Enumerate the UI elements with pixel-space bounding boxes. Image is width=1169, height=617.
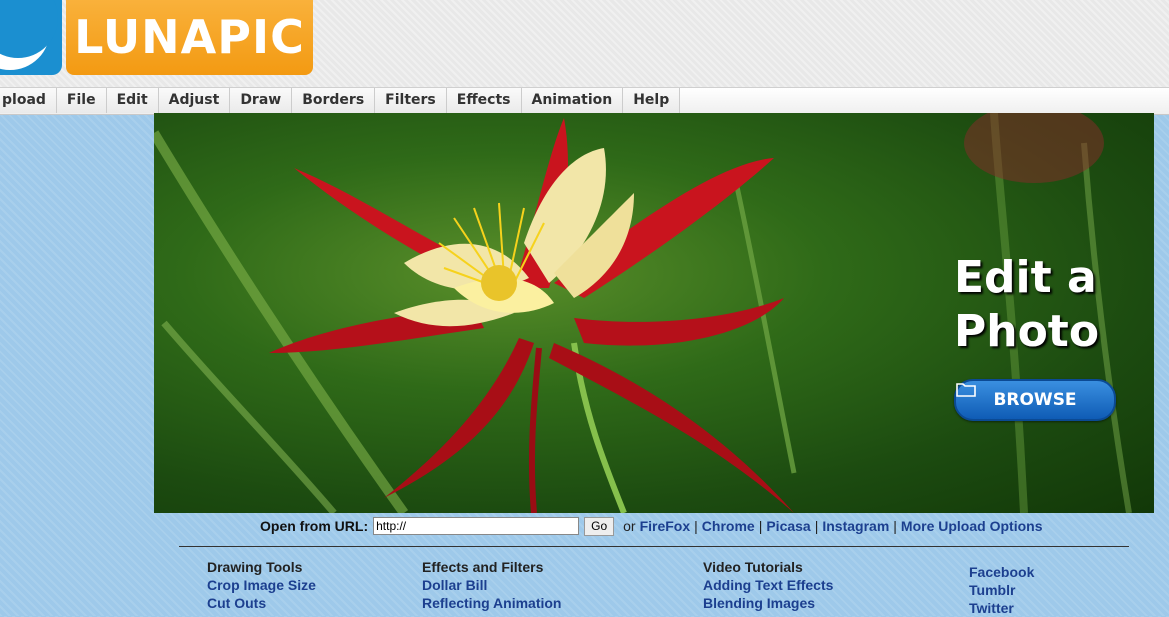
footer-header: Drawing Tools — [207, 559, 303, 575]
menu-upload[interactable]: pload — [0, 88, 57, 113]
footer-header: Video Tutorials — [703, 559, 803, 575]
menu-help[interactable]: Help — [623, 88, 681, 113]
separator: | — [758, 518, 763, 534]
tumblr-link[interactable]: Tumblr — [969, 581, 1034, 599]
chrome-link[interactable]: Chrome — [702, 518, 755, 534]
firefox-link[interactable]: FireFox — [640, 518, 691, 534]
separator: | — [694, 518, 698, 534]
site-header: LUNAPIC — [0, 0, 1169, 87]
footer-divider — [179, 546, 1129, 547]
picasa-link[interactable]: Picasa — [766, 518, 810, 534]
footer-col-social: Facebook Tumblr Twitter — [969, 563, 1034, 617]
main-menu: pload File Edit Adjust Draw Borders Filt… — [0, 87, 1169, 115]
separator: | — [893, 518, 897, 534]
footer-link[interactable]: Cut Outs — [207, 594, 316, 612]
footer-link[interactable]: Adding Text Effects — [703, 576, 833, 594]
logo-text: LUNAPIC — [66, 0, 313, 75]
menu-borders[interactable]: Borders — [292, 88, 376, 113]
hero-title: Edit a Photo — [954, 251, 1144, 359]
go-button[interactable]: Go — [584, 516, 615, 536]
url-label: Open from URL: — [260, 518, 369, 534]
footer-col-tutorials: Video Tutorials Adding Text Effects Blen… — [703, 558, 833, 612]
footer-link[interactable]: Dollar Bill — [422, 576, 562, 594]
footer-header: Effects and Filters — [422, 559, 544, 575]
menu-file[interactable]: File — [56, 88, 107, 113]
menu-adjust[interactable]: Adjust — [158, 88, 231, 113]
footer-link[interactable]: Crop Image Size — [207, 576, 316, 594]
facebook-link[interactable]: Facebook — [969, 563, 1034, 581]
footer-link[interactable]: Reflecting Animation — [422, 594, 562, 612]
more-upload-options-link[interactable]: More Upload Options — [901, 518, 1043, 534]
menu-animation[interactable]: Animation — [521, 88, 624, 113]
twitter-link[interactable]: Twitter — [969, 599, 1034, 617]
menu-draw[interactable]: Draw — [230, 88, 293, 113]
menu-filters[interactable]: Filters — [375, 88, 447, 113]
hero-banner: Edit a Photo BROWSE — [154, 113, 1154, 513]
menu-edit[interactable]: Edit — [106, 88, 159, 113]
or-text: or — [623, 518, 636, 534]
url-upload-row: Open from URL: Go or FireFox | Chrome | … — [260, 516, 1042, 536]
menu-effects[interactable]: Effects — [446, 88, 522, 113]
browse-button[interactable]: BROWSE — [954, 379, 1116, 421]
moon-icon — [0, 0, 62, 75]
footer-col-drawing: Drawing Tools Crop Image Size Cut Outs — [207, 558, 316, 612]
footer-link[interactable]: Blending Images — [703, 594, 833, 612]
separator: | — [814, 518, 819, 534]
footer-col-effects: Effects and Filters Dollar Bill Reflecti… — [422, 558, 562, 612]
browse-label: BROWSE — [993, 390, 1077, 410]
lunapic-logo[interactable]: LUNAPIC — [0, 0, 313, 75]
hero-title-line1: Edit a — [954, 252, 1097, 303]
folder-icon — [956, 383, 976, 397]
instagram-link[interactable]: Instagram — [822, 518, 889, 534]
url-input[interactable] — [373, 517, 580, 535]
hero-title-line2: Photo — [954, 306, 1100, 357]
